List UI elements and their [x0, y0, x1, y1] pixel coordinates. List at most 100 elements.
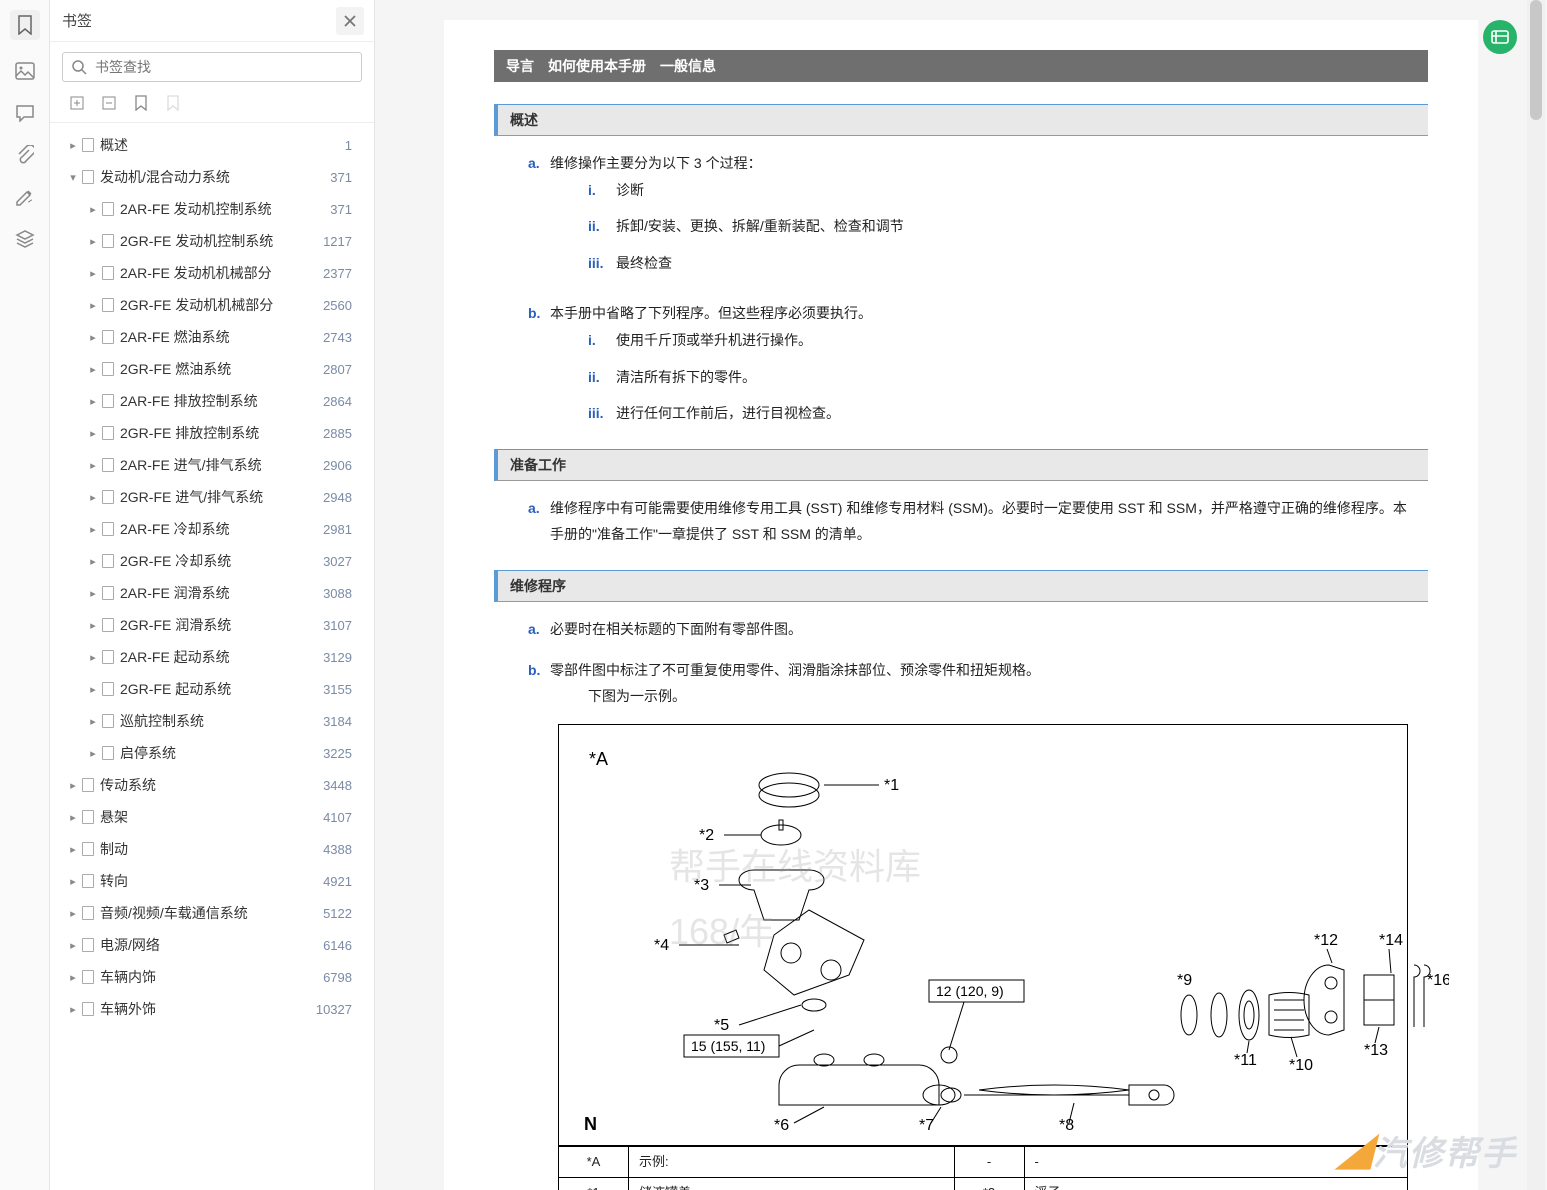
tree-item[interactable]: ▸ 制动4388: [50, 833, 374, 865]
layers-icon[interactable]: [14, 228, 36, 250]
expand-arrow-icon[interactable]: ▸: [84, 459, 102, 472]
collapse-all-icon[interactable]: [100, 94, 118, 112]
expand-arrow-icon[interactable]: ▸: [84, 555, 102, 568]
tree-label: 2GR-FE 进气/排气系统: [120, 487, 323, 507]
attachment-icon[interactable]: [14, 144, 36, 166]
expand-arrow-icon[interactable]: ▾: [64, 171, 82, 184]
floating-badge[interactable]: [1483, 20, 1517, 54]
expand-arrow-icon[interactable]: ▸: [64, 139, 82, 152]
expand-arrow-icon[interactable]: ▸: [64, 907, 82, 920]
expand-arrow-icon[interactable]: ▸: [84, 395, 102, 408]
signature-icon[interactable]: [14, 186, 36, 208]
sidebar-toolbar: [50, 92, 374, 123]
tree-item[interactable]: ▸车辆外饰10327: [50, 993, 374, 1025]
sidebar-header: 书签: [50, 0, 374, 42]
tree-item[interactable]: ▸2AR-FE 燃油系统2743: [50, 321, 374, 353]
tree-item[interactable]: ▸2GR-FE 发动机机械部分2560: [50, 289, 374, 321]
tree-page: 10327: [316, 1002, 362, 1017]
expand-arrow-icon[interactable]: ▸: [64, 939, 82, 952]
bookmark-glyph-icon: [82, 138, 94, 152]
scrollbar[interactable]: [1527, 0, 1545, 1190]
tree-page: 6798: [323, 970, 362, 985]
tree-item[interactable]: ▸启停系统3225: [50, 737, 374, 769]
expand-arrow-icon[interactable]: ▸: [64, 779, 82, 792]
bookmark-outline-icon[interactable]: [164, 94, 182, 112]
close-sidebar-button[interactable]: [336, 7, 364, 35]
bookmark-icon[interactable]: [10, 10, 40, 40]
expand-arrow-icon[interactable]: ▸: [84, 203, 102, 216]
expand-arrow-icon[interactable]: ▸: [64, 1003, 82, 1016]
tree-item[interactable]: ▸概述1: [50, 129, 374, 161]
expand-arrow-icon[interactable]: ▸: [84, 715, 102, 728]
tree-item[interactable]: ▸2GR-FE 发动机控制系统1217: [50, 225, 374, 257]
expand-all-icon[interactable]: [68, 94, 86, 112]
tree-item[interactable]: ▸2AR-FE 冷却系统2981: [50, 513, 374, 545]
tree-page: 4388: [323, 842, 362, 857]
tree-item[interactable]: ▸2GR-FE 燃油系统2807: [50, 353, 374, 385]
image-icon[interactable]: [14, 60, 36, 82]
tree-item[interactable]: ▸2AR-FE 起动系统3129: [50, 641, 374, 673]
tree-page: 2948: [323, 490, 362, 505]
txt: 零部件图中标注了不可重复使用零件、润滑脂涂抹部位、预涂零件和扭矩规格。: [550, 662, 1040, 678]
tree-item[interactable]: ▸巡航控制系统3184: [50, 705, 374, 737]
expand-arrow-icon[interactable]: ▸: [84, 363, 102, 376]
expand-arrow-icon[interactable]: ▸: [84, 235, 102, 248]
tree-item[interactable]: ▸2GR-FE 润滑系统3107: [50, 609, 374, 641]
tree-item[interactable]: ▸悬架4107: [50, 801, 374, 833]
expand-arrow-icon[interactable]: ▸: [84, 587, 102, 600]
search-input[interactable]: [95, 59, 353, 75]
tree-label: 2GR-FE 冷却系统: [120, 551, 323, 571]
expand-arrow-icon[interactable]: ▸: [64, 811, 82, 824]
bookmark-glyph-icon: [82, 1002, 94, 1016]
txt: 进行任何工作前后，进行目视检查。: [616, 400, 840, 427]
tree-item[interactable]: ▸2GR-FE 排放控制系统2885: [50, 417, 374, 449]
tree-item[interactable]: ▾发动机/混合动力系统371: [50, 161, 374, 193]
expand-arrow-icon[interactable]: ▸: [84, 619, 102, 632]
tree-item[interactable]: ▸2AR-FE 排放控制系统2864: [50, 385, 374, 417]
tree-item[interactable]: ▸ 2GR-FE 冷却系统3027: [50, 545, 374, 577]
expand-arrow-icon[interactable]: ▸: [84, 267, 102, 280]
tree-item[interactable]: ▸传动系统3448: [50, 769, 374, 801]
section-overview-body: a.维修操作主要分为以下 3 个过程： i.诊断 ii.拆卸/安装、更换、拆解/…: [494, 136, 1428, 427]
expand-arrow-icon[interactable]: ▸: [64, 875, 82, 888]
tree-page: 2807: [323, 362, 362, 377]
scrollbar-thumb[interactable]: [1530, 0, 1542, 120]
tree-label: 2AR-FE 发动机机械部分: [120, 263, 323, 283]
tree-item[interactable]: ▸音频/视频/车载通信系统5122: [50, 897, 374, 929]
fig-box1: 12 (120, 9): [936, 983, 1004, 999]
tree-item[interactable]: ▸2AR-FE 进气/排气系统2906: [50, 449, 374, 481]
expand-arrow-icon[interactable]: ▸: [84, 747, 102, 760]
expand-arrow-icon[interactable]: ▸: [64, 971, 82, 984]
comment-icon[interactable]: [14, 102, 36, 124]
search-icon: [71, 59, 87, 75]
expand-arrow-icon[interactable]: ▸: [84, 427, 102, 440]
tree-item[interactable]: ▸转向4921: [50, 865, 374, 897]
tree-item[interactable]: ▸2AR-FE 发动机控制系统371: [50, 193, 374, 225]
tree-item[interactable]: ▸2AR-FE 润滑系统3088: [50, 577, 374, 609]
tree-item[interactable]: ▸车辆内饰6798: [50, 961, 374, 993]
bookmark-glyph-icon: [102, 330, 114, 344]
tree-page: 2906: [323, 458, 362, 473]
expand-arrow-icon[interactable]: ▸: [84, 491, 102, 504]
parts-diagram: 帮手在线资料库 168/年 *A *1 *2 *3: [558, 724, 1408, 1146]
expand-arrow-icon[interactable]: ▸: [64, 843, 82, 856]
tree-label: 制动: [100, 839, 323, 859]
tree-item[interactable]: ▸ 2GR-FE 进气/排气系统2948: [50, 481, 374, 513]
tree-page: 3027: [323, 554, 362, 569]
bookmark-solid-icon[interactable]: [132, 94, 150, 112]
expand-arrow-icon[interactable]: ▸: [84, 523, 102, 536]
expand-arrow-icon[interactable]: ▸: [84, 299, 102, 312]
tree-page: 2377: [323, 266, 362, 281]
header-part-c: 一般信息: [660, 56, 716, 76]
tree-item[interactable]: ▸ 2AR-FE 发动机机械部分2377: [50, 257, 374, 289]
sidebar-search: [50, 42, 374, 92]
tree-item[interactable]: ▸2GR-FE 起动系统3155: [50, 673, 374, 705]
expand-arrow-icon[interactable]: ▸: [84, 651, 102, 664]
tree-item[interactable]: ▸电源/网络6146: [50, 929, 374, 961]
header-part-b: 如何使用本手册: [548, 56, 646, 76]
expand-arrow-icon[interactable]: ▸: [84, 331, 102, 344]
expand-arrow-icon[interactable]: ▸: [84, 683, 102, 696]
document-viewport[interactable]: 导言 如何使用本手册 一般信息 概述 a.维修操作主要分为以下 3 个过程： i…: [375, 0, 1547, 1190]
bookmark-glyph-icon: [82, 170, 94, 184]
bookmark-glyph-icon: [102, 618, 114, 632]
